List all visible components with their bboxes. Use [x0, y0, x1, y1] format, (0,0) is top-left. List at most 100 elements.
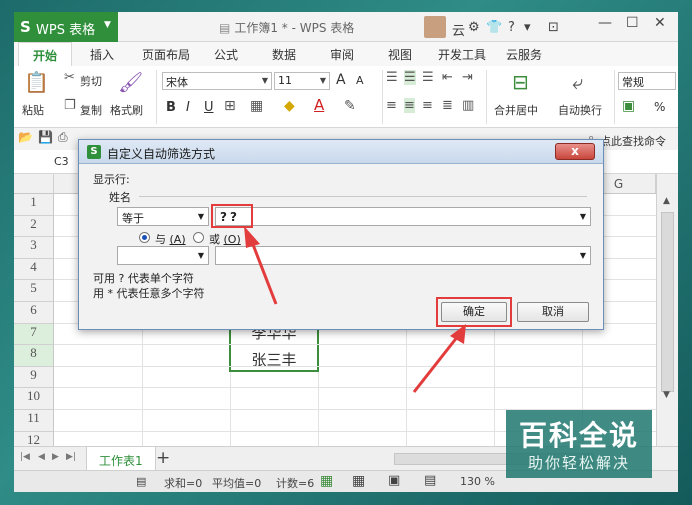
operator2-select[interactable]: ▼: [117, 246, 209, 265]
distributed-icon[interactable]: ▥: [462, 98, 474, 113]
justify-icon[interactable]: ≣: [442, 98, 453, 113]
sheet-tab-1[interactable]: 工作表1: [86, 447, 156, 471]
tab-home[interactable]: 开始: [18, 42, 73, 66]
row-header[interactable]: 1: [14, 194, 54, 216]
row-header[interactable]: 9: [14, 366, 54, 389]
row-header[interactable]: 11: [14, 410, 54, 432]
copy-icon[interactable]: ❐: [64, 98, 76, 113]
align-left-icon[interactable]: ≡: [386, 98, 397, 113]
align-bottom-icon[interactable]: ☰: [422, 70, 434, 85]
align-top-icon[interactable]: ☰: [386, 70, 398, 85]
or-radio[interactable]: [193, 232, 204, 243]
align-center-icon[interactable]: ≡: [404, 98, 415, 113]
tab-cloud[interactable]: 云服务: [506, 46, 542, 63]
dialog-title-bar[interactable]: S 自定义自动筛选方式 x: [79, 140, 603, 164]
merge-center-icon[interactable]: ⊟: [512, 70, 529, 94]
restore-ribbon-icon[interactable]: ⊡: [548, 20, 559, 35]
align-middle-icon[interactable]: ☰: [404, 70, 416, 85]
tab-formulas[interactable]: 公式: [214, 46, 238, 63]
indent-increase-icon[interactable]: ⇥: [462, 70, 473, 85]
row-header[interactable]: 5: [14, 280, 54, 302]
paste-icon[interactable]: 📋: [24, 70, 49, 94]
print-icon[interactable]: ⎙: [58, 130, 68, 145]
settings-icon[interactable]: ⚙: [468, 20, 480, 35]
scroll-down-icon[interactable]: ▼: [663, 390, 670, 400]
chevron-down-icon[interactable]: ▾: [524, 20, 531, 35]
scrollbar-thumb[interactable]: [661, 212, 674, 392]
help-button[interactable]: ?: [508, 20, 515, 35]
number-format-select[interactable]: 常规: [618, 72, 676, 90]
sheet-nav-first-icon[interactable]: |◀: [20, 452, 30, 462]
font-grow-button[interactable]: A: [336, 72, 346, 88]
tab-developer[interactable]: 开发工具: [438, 46, 486, 63]
font-color-icon[interactable]: A: [314, 96, 324, 114]
tab-data[interactable]: 数据: [272, 46, 296, 63]
normal-view-icon[interactable]: ▦: [320, 473, 333, 489]
paste-button[interactable]: 粘贴: [22, 102, 44, 118]
add-sheet-button[interactable]: +: [156, 448, 170, 468]
currency-icon[interactable]: ▣: [622, 98, 635, 114]
fill-color-icon[interactable]: ◆: [284, 98, 295, 114]
operator1-select[interactable]: 等于 ▼: [117, 207, 209, 226]
chevron-down-icon: ▼: [104, 20, 111, 30]
reading-view-icon[interactable]: ▤: [424, 473, 436, 488]
tab-page-layout[interactable]: 页面布局: [142, 46, 190, 63]
underline-button[interactable]: U: [204, 100, 214, 115]
row-header[interactable]: 2: [14, 215, 54, 238]
row-header[interactable]: 12: [14, 431, 54, 446]
page-break-view-icon[interactable]: ▣: [388, 473, 400, 488]
user-initial[interactable]: 云: [452, 20, 465, 39]
tab-insert[interactable]: 插入: [90, 46, 114, 63]
find-command-input[interactable]: 点此查找命令: [600, 133, 666, 149]
row-header[interactable]: 4: [14, 258, 54, 281]
open-folder-icon[interactable]: 📂: [18, 130, 33, 144]
row-header[interactable]: 7: [14, 323, 54, 346]
percent-button[interactable]: %: [654, 100, 665, 114]
bold-button[interactable]: B: [166, 100, 176, 115]
close-icon[interactable]: ✕: [654, 15, 666, 31]
value2-input[interactable]: ▼: [215, 246, 591, 265]
scissors-icon[interactable]: ✂: [64, 70, 75, 85]
sheet-nav-next-icon[interactable]: ▶: [52, 452, 59, 462]
copy-button[interactable]: 复制: [80, 102, 102, 118]
font-shrink-button[interactable]: A: [356, 74, 364, 87]
wrap-text-button[interactable]: 自动换行: [558, 102, 602, 118]
row-header[interactable]: 3: [14, 237, 54, 259]
vertical-scrollbar[interactable]: ▲ ▼: [656, 174, 678, 446]
avatar[interactable]: [424, 16, 446, 38]
font-name-select[interactable]: 宋体 ▼: [162, 72, 272, 90]
italic-button[interactable]: I: [186, 100, 190, 115]
save-icon[interactable]: 💾: [38, 130, 53, 144]
scroll-up-icon[interactable]: ▲: [663, 196, 670, 206]
merge-center-button[interactable]: 合并居中: [494, 102, 538, 118]
zoom-level[interactable]: 130 %: [460, 475, 495, 488]
tab-view[interactable]: 视图: [388, 46, 412, 63]
page-layout-view-icon[interactable]: ▦: [352, 473, 365, 489]
row-header[interactable]: 6: [14, 302, 54, 324]
cut-button[interactable]: 剪切: [80, 73, 102, 89]
cancel-button[interactable]: 取消: [517, 302, 589, 322]
cell-reference[interactable]: C3: [54, 155, 69, 168]
value1-input[interactable]: ?? ▼: [215, 207, 591, 226]
fill-pattern-icon[interactable]: ▦: [250, 98, 263, 114]
tab-review[interactable]: 审阅: [330, 46, 354, 63]
sheet-nav-last-icon[interactable]: ▶|: [66, 452, 76, 462]
select-all-corner[interactable]: [14, 174, 54, 194]
shirt-icon[interactable]: 👕: [486, 20, 502, 35]
align-right-icon[interactable]: ≡: [422, 98, 433, 113]
app-menu-button[interactable]: S WPS 表格 ▼: [14, 12, 118, 42]
maximize-icon[interactable]: ☐: [626, 15, 639, 31]
minimize-icon[interactable]: —: [598, 15, 612, 31]
row-header[interactable]: 8: [14, 345, 54, 367]
wrap-text-icon[interactable]: ⤶: [572, 70, 583, 94]
format-painter-button[interactable]: 格式刷: [110, 102, 143, 118]
and-radio[interactable]: [139, 232, 150, 243]
sheet-nav-prev-icon[interactable]: ◀: [38, 452, 45, 462]
dialog-close-button[interactable]: x: [555, 143, 595, 160]
format-painter-icon[interactable]: 🖌: [118, 70, 143, 94]
border-icon[interactable]: ⊞: [224, 98, 236, 114]
indent-decrease-icon[interactable]: ⇤: [442, 70, 453, 85]
clear-format-icon[interactable]: ✎: [344, 98, 356, 114]
font-size-select[interactable]: 11 ▼: [274, 72, 330, 90]
row-header[interactable]: 10: [14, 388, 54, 410]
